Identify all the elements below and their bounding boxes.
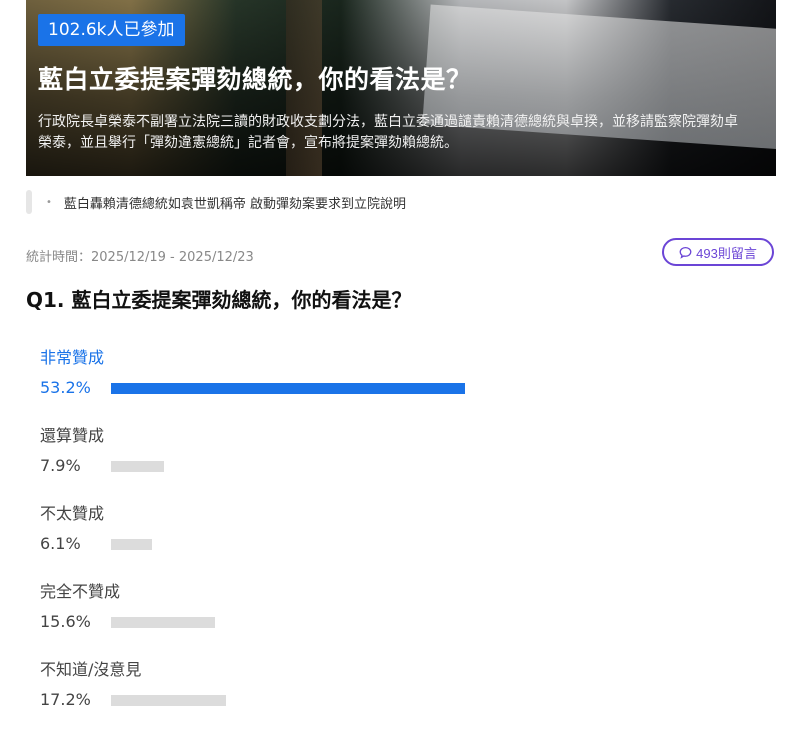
option-label: 完全不贊成 bbox=[40, 582, 121, 601]
option-bar bbox=[111, 383, 466, 394]
poll-title: 藍白立委提案彈劾總統，你的看法是？ bbox=[38, 65, 472, 94]
option-label: 不太贊成 bbox=[40, 504, 105, 523]
poll-option[interactable]: 不太贊成 6.1% bbox=[40, 496, 760, 574]
participants-badge: 102.6k人已參加 bbox=[38, 14, 185, 46]
poll-option[interactable]: 不知道/沒意見 17.2% bbox=[40, 652, 760, 730]
option-label: 還算贊成 bbox=[40, 426, 105, 445]
option-bar bbox=[111, 617, 215, 628]
option-bar bbox=[111, 695, 226, 706]
option-percent: 53.2% bbox=[40, 378, 91, 397]
bullet-icon: • bbox=[46, 196, 52, 208]
related-news: • 藍白轟賴清德總統如袁世凱稱帝 啟動彈劾案要求到立院說明 bbox=[26, 190, 406, 214]
option-label: 不知道/沒意見 bbox=[40, 660, 142, 679]
poll-options: 非常贊成 53.2% 還算贊成 7.9% 不太贊成 6.1% 完全不贊成 15.6% 不知道/沒… bbox=[40, 340, 760, 730]
option-label: 非常贊成 bbox=[40, 348, 105, 367]
option-bar-track bbox=[111, 695, 800, 706]
option-bar-track bbox=[111, 617, 800, 628]
option-percent: 6.1% bbox=[40, 534, 81, 553]
related-divider bbox=[26, 190, 32, 214]
question-title: Q1. 藍白立委提案彈劾總統，你的看法是？ bbox=[26, 288, 412, 312]
option-percent: 17.2% bbox=[40, 690, 91, 709]
option-bar-track bbox=[111, 539, 800, 550]
stats-period: 統計時間：2025/12/19 - 2025/12/23 bbox=[26, 250, 254, 265]
poll-option[interactable]: 還算贊成 7.9% bbox=[40, 418, 760, 496]
option-percent: 15.6% bbox=[40, 612, 91, 631]
option-bar-track bbox=[111, 461, 800, 472]
option-bar bbox=[111, 539, 152, 550]
poll-description: 行政院長卓榮泰不副署立法院三讀的財政收支劃分法，藍白立委通過譴責賴清德總統與卓揆… bbox=[38, 114, 738, 151]
option-bar bbox=[111, 461, 164, 472]
related-news-link[interactable]: 藍白轟賴清德總統如袁世凱稱帝 啟動彈劾案要求到立院說明 bbox=[64, 193, 406, 212]
comment-icon bbox=[679, 246, 692, 259]
poll-option[interactable]: 非常贊成 53.2% bbox=[40, 340, 760, 418]
option-bar-track bbox=[111, 383, 800, 394]
comments-count: 493則留言 bbox=[696, 245, 757, 261]
option-percent: 7.9% bbox=[40, 456, 81, 475]
comments-button[interactable]: 493則留言 bbox=[662, 238, 774, 266]
poll-option[interactable]: 完全不贊成 15.6% bbox=[40, 574, 760, 652]
